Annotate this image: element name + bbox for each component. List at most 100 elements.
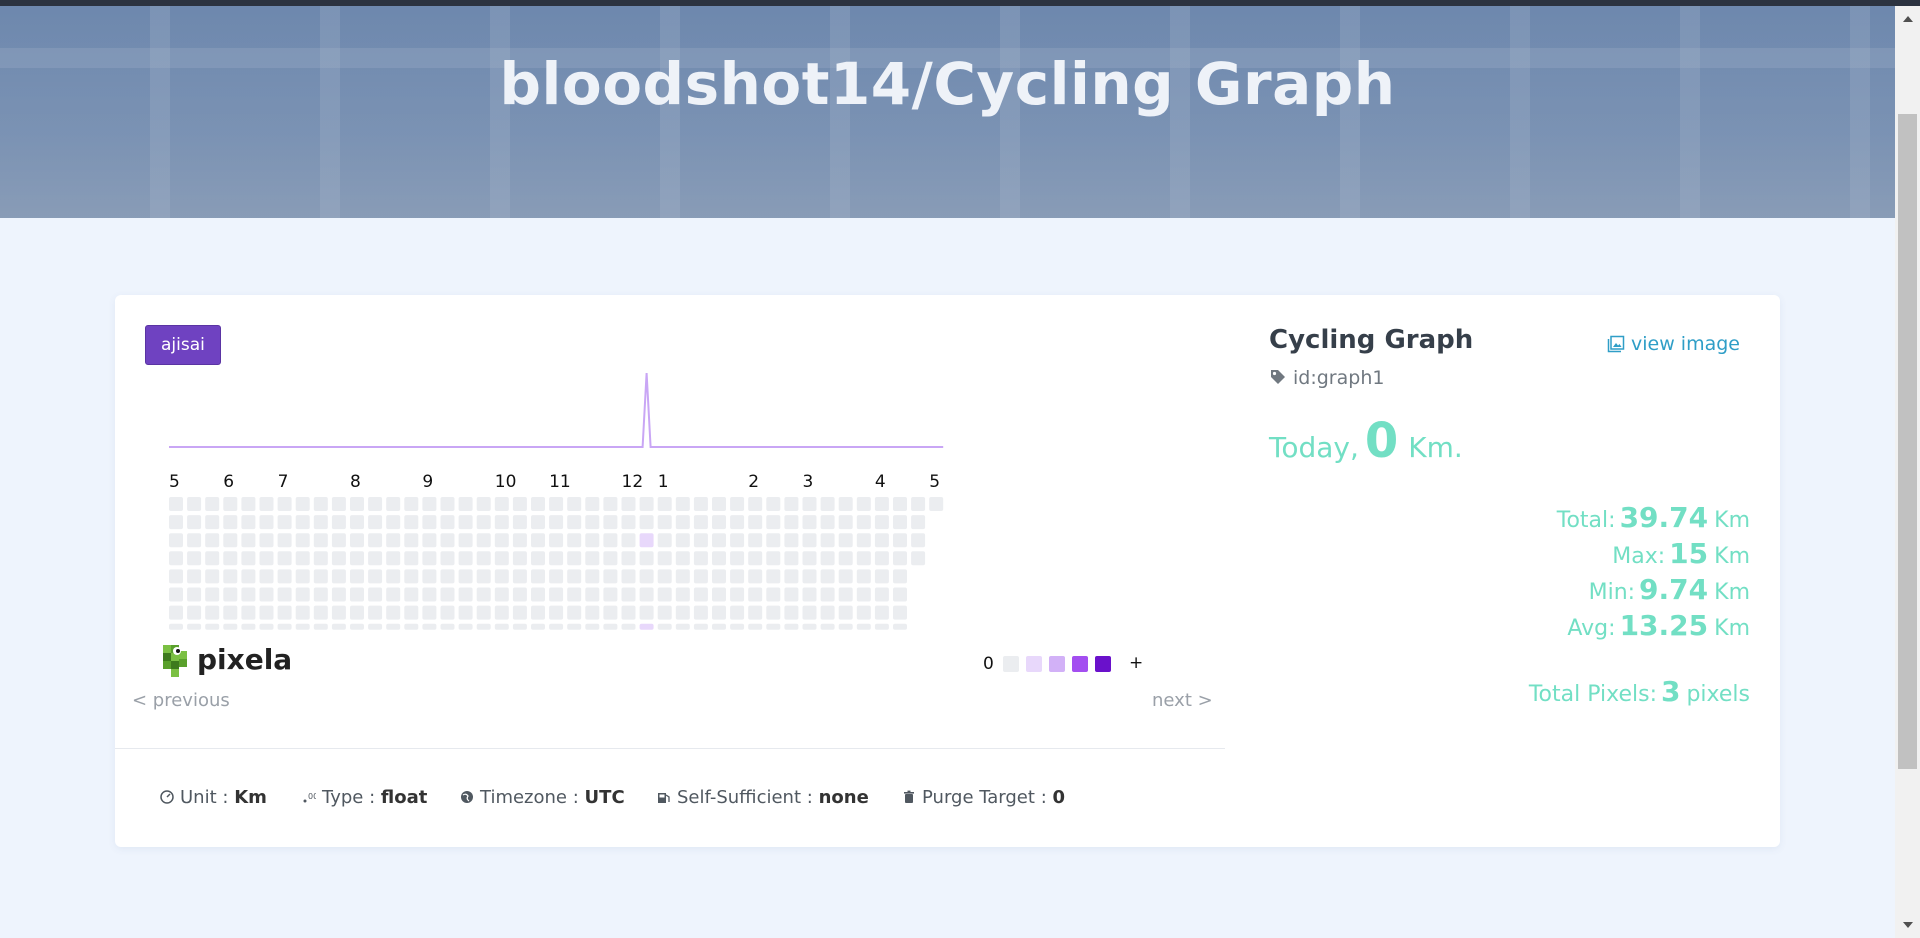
pixel-cell[interactable] xyxy=(874,605,889,620)
pixel-cell[interactable] xyxy=(277,497,292,511)
pixel-cell[interactable] xyxy=(657,569,672,584)
pixel-cell[interactable] xyxy=(295,533,310,548)
pixel-cell[interactable] xyxy=(567,587,582,602)
pixel-cell[interactable] xyxy=(929,497,944,511)
pixel-cell[interactable] xyxy=(187,569,202,584)
pixel-cell[interactable] xyxy=(856,497,871,511)
pixel-cell[interactable] xyxy=(621,551,636,566)
pixel-cell[interactable] xyxy=(838,515,853,530)
pixel-cell[interactable] xyxy=(784,623,799,630)
pixel-cell[interactable] xyxy=(549,623,564,630)
pixel-cell[interactable] xyxy=(784,515,799,530)
pixel-cell[interactable] xyxy=(277,623,292,630)
pixel-cell[interactable] xyxy=(712,623,726,630)
pixel-cell[interactable] xyxy=(603,569,618,584)
pixel-cell[interactable] xyxy=(277,605,292,620)
pixel-cell[interactable] xyxy=(277,515,292,530)
pixel-cell[interactable] xyxy=(494,551,509,566)
pixel-cell[interactable] xyxy=(512,587,527,602)
pixel-cell[interactable] xyxy=(350,587,364,602)
pixel-cell[interactable] xyxy=(766,569,781,584)
pixel-cell[interactable] xyxy=(295,569,310,584)
pixel-cell[interactable] xyxy=(440,569,455,584)
pixel-cell[interactable] xyxy=(893,623,907,630)
pixel-cell[interactable] xyxy=(295,605,310,620)
pixel-cell[interactable] xyxy=(603,533,618,548)
pixel-cell[interactable] xyxy=(693,569,708,584)
pixel-cell[interactable] xyxy=(476,497,491,511)
pixel-cell[interactable] xyxy=(295,515,310,530)
pixel-cell[interactable] xyxy=(187,587,202,602)
pixel-cell[interactable] xyxy=(169,569,183,584)
pixel-cell[interactable] xyxy=(712,515,726,530)
pixel-cell[interactable] xyxy=(802,515,817,530)
pixel-cell[interactable] xyxy=(766,587,781,602)
pixel-cell[interactable] xyxy=(784,605,799,620)
pixel-cell[interactable] xyxy=(368,605,383,620)
pixel-cell[interactable] xyxy=(241,515,256,530)
pixel-cell[interactable] xyxy=(657,533,672,548)
pixel-cell[interactable] xyxy=(549,587,564,602)
pixel-cell[interactable] xyxy=(169,551,183,566)
pixel-cell[interactable] xyxy=(893,497,907,511)
pixel-cell[interactable] xyxy=(603,623,618,630)
pixel-cell[interactable] xyxy=(693,623,708,630)
pixel-cell[interactable] xyxy=(422,551,437,566)
pixel-cell[interactable] xyxy=(585,569,600,584)
previous-link[interactable]: < previous xyxy=(132,690,230,711)
pixel-cell[interactable] xyxy=(766,605,781,620)
pixel-cell[interactable] xyxy=(874,623,889,630)
pixel-cell[interactable] xyxy=(223,533,238,548)
pixel-cell[interactable] xyxy=(549,551,564,566)
pixel-cell[interactable] xyxy=(187,551,202,566)
pixel-cell[interactable] xyxy=(893,533,907,548)
pixel-cell[interactable] xyxy=(494,587,509,602)
pixel-cell[interactable] xyxy=(440,551,455,566)
pixel-cell[interactable] xyxy=(187,605,202,620)
pixel-cell[interactable] xyxy=(712,587,726,602)
pixel-cell[interactable] xyxy=(639,569,654,584)
pixel-cell[interactable] xyxy=(766,551,781,566)
pixel-cell[interactable] xyxy=(458,569,473,584)
pixel-cell[interactable] xyxy=(567,515,582,530)
pixel-cell[interactable] xyxy=(205,497,220,511)
pixel-cell[interactable] xyxy=(223,515,238,530)
pixel-cell[interactable] xyxy=(313,569,328,584)
pixel-cell[interactable] xyxy=(386,605,401,620)
pixel-cell[interactable] xyxy=(440,587,455,602)
pixel-cell[interactable] xyxy=(368,533,383,548)
pixel-cell[interactable] xyxy=(223,623,238,630)
pixel-cell[interactable] xyxy=(331,497,346,511)
pixel-cell[interactable] xyxy=(784,569,799,584)
pixel-cell[interactable] xyxy=(331,551,346,566)
pixel-cell[interactable] xyxy=(730,497,745,511)
pixel-cell[interactable] xyxy=(386,587,401,602)
pixel-cell[interactable] xyxy=(241,551,256,566)
view-image-link[interactable]: view image xyxy=(1607,333,1740,355)
pixel-cell[interactable] xyxy=(241,587,256,602)
pixel-cell[interactable] xyxy=(893,551,907,566)
pixel-cell[interactable] xyxy=(838,605,853,620)
pixel-cell[interactable] xyxy=(205,623,220,630)
pixel-cell[interactable] xyxy=(476,533,491,548)
pixel-cell[interactable] xyxy=(458,551,473,566)
pixel-cell[interactable] xyxy=(621,623,636,630)
pixel-cell[interactable] xyxy=(494,515,509,530)
pixel-cell[interactable] xyxy=(404,497,419,511)
pixel-cell[interactable] xyxy=(802,497,817,511)
pixel-cell[interactable] xyxy=(368,515,383,530)
pixel-cell[interactable] xyxy=(295,587,310,602)
pixel-cell[interactable] xyxy=(567,569,582,584)
pixel-cell[interactable] xyxy=(350,515,364,530)
pixel-cell[interactable] xyxy=(639,533,654,548)
pixel-cell[interactable] xyxy=(440,497,455,511)
pixel-cell[interactable] xyxy=(205,569,220,584)
pixel-cell[interactable] xyxy=(422,623,437,630)
pixel-cell[interactable] xyxy=(440,605,455,620)
pixel-cell[interactable] xyxy=(531,623,545,630)
theme-badge[interactable]: ajisai xyxy=(145,325,221,365)
pixel-cell[interactable] xyxy=(404,533,419,548)
pixel-cell[interactable] xyxy=(802,533,817,548)
pixel-cell[interactable] xyxy=(512,515,527,530)
pixel-cell[interactable] xyxy=(422,497,437,511)
